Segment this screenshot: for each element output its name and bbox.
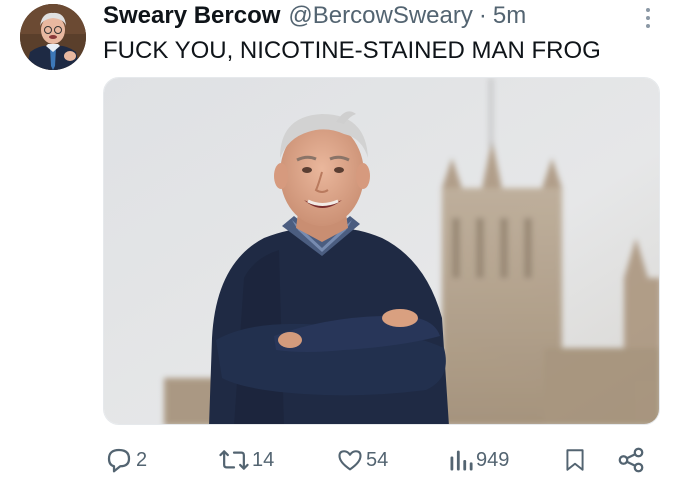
views-chart-icon xyxy=(448,446,474,474)
tweet-text: FUCK YOU, NICOTINE-STAINED MAN FROG xyxy=(103,37,601,64)
more-vertical-icon[interactable] xyxy=(640,6,656,30)
separator-dot: · xyxy=(478,2,487,29)
action-bar: 2 14 54 949 xyxy=(0,440,681,480)
share-icon xyxy=(616,445,646,475)
user-handle[interactable]: @BercowSweary xyxy=(288,2,472,30)
retweet-button[interactable]: 14 xyxy=(218,440,274,480)
like-count: 54 xyxy=(366,448,389,471)
share-button[interactable] xyxy=(616,440,646,480)
tweet-photo[interactable] xyxy=(103,77,660,425)
views-count: 949 xyxy=(476,448,510,471)
avatar[interactable] xyxy=(20,4,86,70)
like-button[interactable]: 54 xyxy=(336,440,388,480)
retweet-icon xyxy=(218,445,250,475)
retweet-count: 14 xyxy=(252,448,275,471)
bookmark-icon xyxy=(562,446,588,474)
timestamp[interactable]: 5m xyxy=(493,2,526,30)
views-button[interactable]: 949 xyxy=(448,440,509,480)
heart-icon xyxy=(336,446,364,474)
bookmark-button[interactable] xyxy=(562,440,588,480)
reply-count: 2 xyxy=(136,448,148,471)
display-name[interactable]: Sweary Bercow xyxy=(103,2,280,30)
reply-button[interactable]: 2 xyxy=(104,440,147,480)
reply-icon xyxy=(104,445,134,475)
tweet-header: Sweary Bercow @BercowSweary · 5m xyxy=(103,2,526,30)
tweet: Sweary Bercow @BercowSweary · 5m FUCK YO… xyxy=(0,0,681,500)
